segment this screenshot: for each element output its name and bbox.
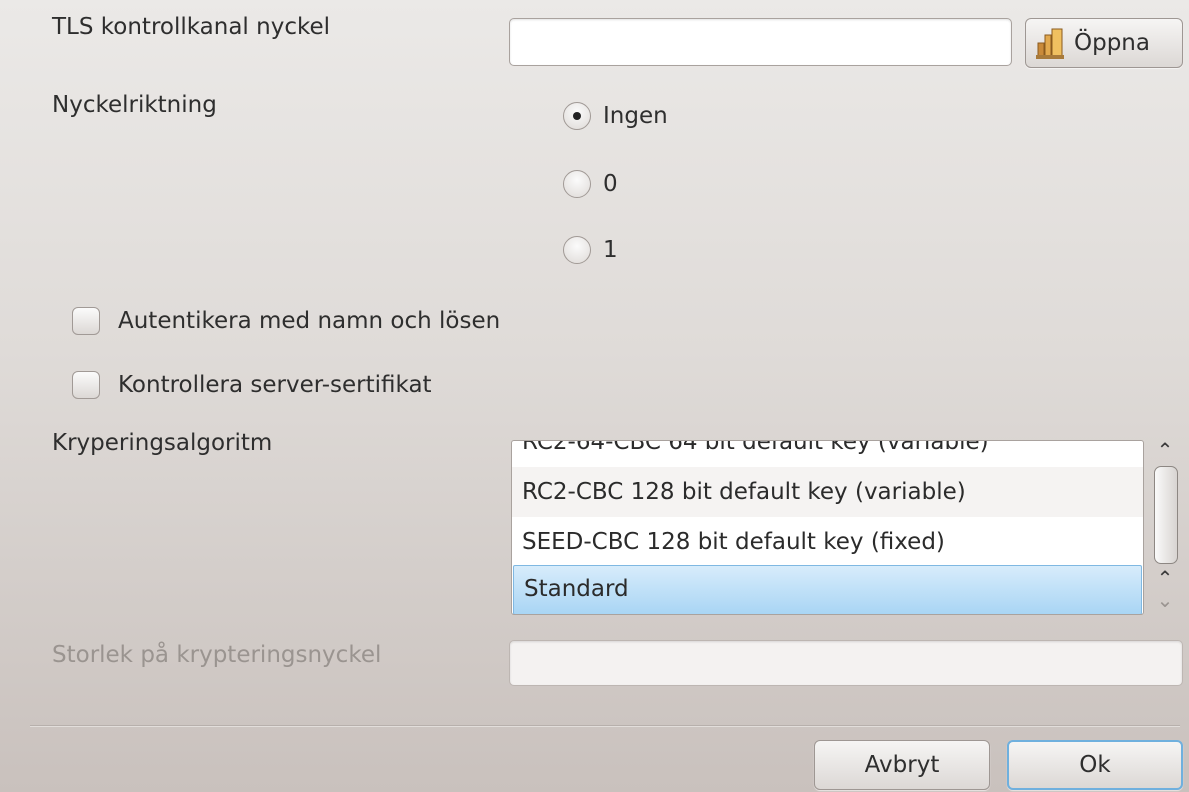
radio-option-ingen[interactable]: Ingen xyxy=(563,102,668,130)
radio-option-0[interactable]: 0 xyxy=(563,170,618,198)
open-button[interactable]: Öppna xyxy=(1025,18,1183,68)
tls-key-input[interactable] xyxy=(509,18,1012,66)
list-item-selected[interactable]: Standard xyxy=(513,565,1142,614)
server-cert-checkbox-label: Kontrollera server-sertifikat xyxy=(118,372,432,398)
radio-button[interactable] xyxy=(563,102,591,130)
list-item[interactable]: SEED-CBC 128 bit default key (fixed) xyxy=(512,517,1143,567)
auth-checkbox[interactable] xyxy=(72,307,100,335)
auth-checkbox-label: Autentikera med namn och lösen xyxy=(118,308,501,334)
encryption-list[interactable]: RC2-64-CBC 64 bit default key (variable)… xyxy=(511,440,1144,615)
radio-button[interactable] xyxy=(563,236,591,264)
tls-key-label: TLS kontrollkanal nyckel xyxy=(52,14,330,40)
encryption-label: Kryperingsalgoritm xyxy=(52,430,273,456)
radio-button[interactable] xyxy=(563,170,591,198)
folder-icon xyxy=(1034,25,1068,61)
list-item[interactable]: RC2-64-CBC 64 bit default key (variable) xyxy=(512,441,1143,467)
auth-checkbox-row[interactable]: Autentikera med namn och lösen xyxy=(72,307,500,335)
server-cert-checkbox-row[interactable]: Kontrollera server-sertifikat xyxy=(72,371,432,399)
list-item[interactable]: RC2-CBC 128 bit default key (variable) xyxy=(512,467,1143,517)
radio-option-1[interactable]: 1 xyxy=(563,236,618,264)
scrollbar-thumb[interactable] xyxy=(1154,466,1178,564)
scrollbar[interactable]: ⌃ ⌃ ⌄ xyxy=(1152,440,1178,616)
ok-button[interactable]: Ok xyxy=(1007,740,1183,790)
radio-label: Ingen xyxy=(603,103,668,129)
scroll-down-icon[interactable]: ⌄ xyxy=(1152,590,1178,610)
scroll-up-small-icon[interactable]: ⌃ xyxy=(1152,568,1178,588)
scroll-up-icon[interactable]: ⌃ xyxy=(1152,440,1178,460)
radio-label: 0 xyxy=(603,171,618,197)
key-size-label: Storlek på krypteringsnyckel xyxy=(52,642,382,668)
key-size-input[interactable] xyxy=(509,640,1183,686)
server-cert-checkbox[interactable] xyxy=(72,371,100,399)
radio-label: 1 xyxy=(603,237,618,263)
separator xyxy=(30,725,1180,727)
cancel-button[interactable]: Avbryt xyxy=(814,740,990,790)
key-direction-label: Nyckelriktning xyxy=(52,92,217,118)
open-button-label: Öppna xyxy=(1074,30,1150,56)
